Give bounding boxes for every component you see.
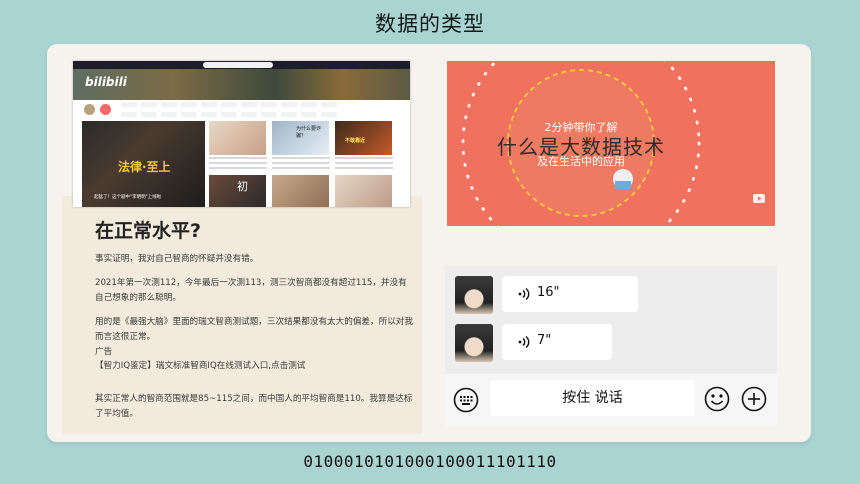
site-category-tag[interactable] <box>141 102 157 107</box>
video-thumbnail[interactable]: 初 <box>209 175 266 207</box>
site-category-tag[interactable] <box>301 102 317 107</box>
thumbnail-text: 不敢靠近 <box>345 138 366 144</box>
voice-duration: 7" <box>537 333 552 348</box>
video-thumbnail[interactable] <box>272 175 329 207</box>
thumbnail-text: 为什么要诈骗？ <box>296 126 322 139</box>
video-meta <box>272 157 330 171</box>
article-paragraph: 事实证明，我对自己智商的怀疑并没有错。 <box>95 254 259 264</box>
video-thumbnail[interactable]: 不敢靠近 <box>335 121 392 155</box>
site-category-tag[interactable] <box>221 102 237 107</box>
keyboard-icon[interactable] <box>453 387 479 413</box>
ad-label: 广告 <box>95 347 113 357</box>
site-category-tag[interactable] <box>261 112 277 117</box>
site-category-tag[interactable] <box>201 112 217 117</box>
site-category-tag[interactable] <box>121 102 137 107</box>
site-category-tag[interactable] <box>121 112 137 117</box>
site-category-tag[interactable] <box>141 112 157 117</box>
carousel-caption: 起猛了！这个剧中"李明明"上线啦 <box>94 195 162 200</box>
article-heading: 在正常水平? <box>95 220 202 242</box>
play-icon[interactable] <box>753 194 765 203</box>
plus-icon[interactable] <box>741 386 767 412</box>
voice-message-bubble[interactable]: 16" <box>502 276 638 312</box>
site-logo: bilibili <box>85 75 127 89</box>
article-paragraph: 其实正常人的智商范围就是85~115之间，而中国人的平均智商是110。我算是达标… <box>95 394 413 419</box>
site-category-tag[interactable] <box>241 102 257 107</box>
site-category-tag[interactable] <box>181 112 197 117</box>
video-meta <box>335 157 393 171</box>
video-thumbnail[interactable] <box>209 121 266 155</box>
voice-duration: 16" <box>537 285 560 300</box>
site-category-tag[interactable] <box>321 112 337 117</box>
site-category-tag[interactable] <box>321 102 337 107</box>
site-category-tag[interactable] <box>161 102 177 107</box>
video-subtitle-bottom: 及在生活中的应用 <box>537 155 625 168</box>
site-category-tag[interactable] <box>161 112 177 117</box>
website-screenshot: bilibili 法律·至上 起猛了！这个剧中"李明明"上线啦 为什么要诈骗？ … <box>73 61 410 207</box>
emoji-icon[interactable] <box>704 386 730 412</box>
voice-wave-icon <box>518 335 530 349</box>
voice-wave-icon <box>518 287 530 301</box>
site-carousel[interactable]: 法律·至上 起猛了！这个剧中"李明明"上线啦 <box>82 121 205 207</box>
site-category-tag[interactable] <box>201 102 217 107</box>
video-thumbnail[interactable]: 为什么要诈骗？ <box>272 121 329 155</box>
article-paragraph: 用的是《最强大脑》里面的瑞文智商测试题，三次结果都没有太大的偏差，所以对我而言这… <box>95 317 413 342</box>
site-category-tag[interactable] <box>181 102 197 107</box>
binary-string: 0100010101000100011101110 <box>303 452 557 471</box>
avatar[interactable] <box>455 276 493 314</box>
thumbnail-text: 初 <box>237 180 248 193</box>
site-search-input[interactable] <box>203 62 273 68</box>
article-paragraph: 2021年第一次测112，今年最后一次测113，测三次智商都没有超过115，并没… <box>95 278 407 303</box>
site-dynamic-icon[interactable] <box>100 104 111 115</box>
site-category-tag[interactable] <box>221 112 237 117</box>
chat-panel: 16" 7" 按住 说话 <box>445 266 777 426</box>
hold-to-talk-button[interactable]: 按住 说话 <box>490 380 695 416</box>
video-meta <box>209 157 267 171</box>
article-text-panel: 在正常水平? 事实证明，我对自己智商的怀疑并没有错。 2021年第一次测112，… <box>62 196 422 434</box>
site-category-tag[interactable] <box>281 112 297 117</box>
ad-link[interactable]: 【智力IQ鉴定】瑞文标准智商IQ在线测试入口,点击测试 <box>95 359 413 374</box>
site-category-tag[interactable] <box>261 102 277 107</box>
site-category-tag[interactable] <box>241 112 257 117</box>
video-thumbnail[interactable] <box>335 175 392 207</box>
chat-input-bar: 按住 说话 <box>445 374 777 426</box>
video-panel[interactable]: 2分钟带你了解 什么是大数据技术 及在生活中的应用 <box>447 61 775 226</box>
slide-title: 数据的类型 <box>375 12 485 36</box>
site-category-tag[interactable] <box>301 112 317 117</box>
site-avatar[interactable] <box>84 104 95 115</box>
voice-message-bubble[interactable]: 7" <box>502 324 612 360</box>
site-category-tag[interactable] <box>281 102 297 107</box>
carousel-title: 法律·至上 <box>118 160 171 174</box>
avatar[interactable] <box>455 324 493 362</box>
